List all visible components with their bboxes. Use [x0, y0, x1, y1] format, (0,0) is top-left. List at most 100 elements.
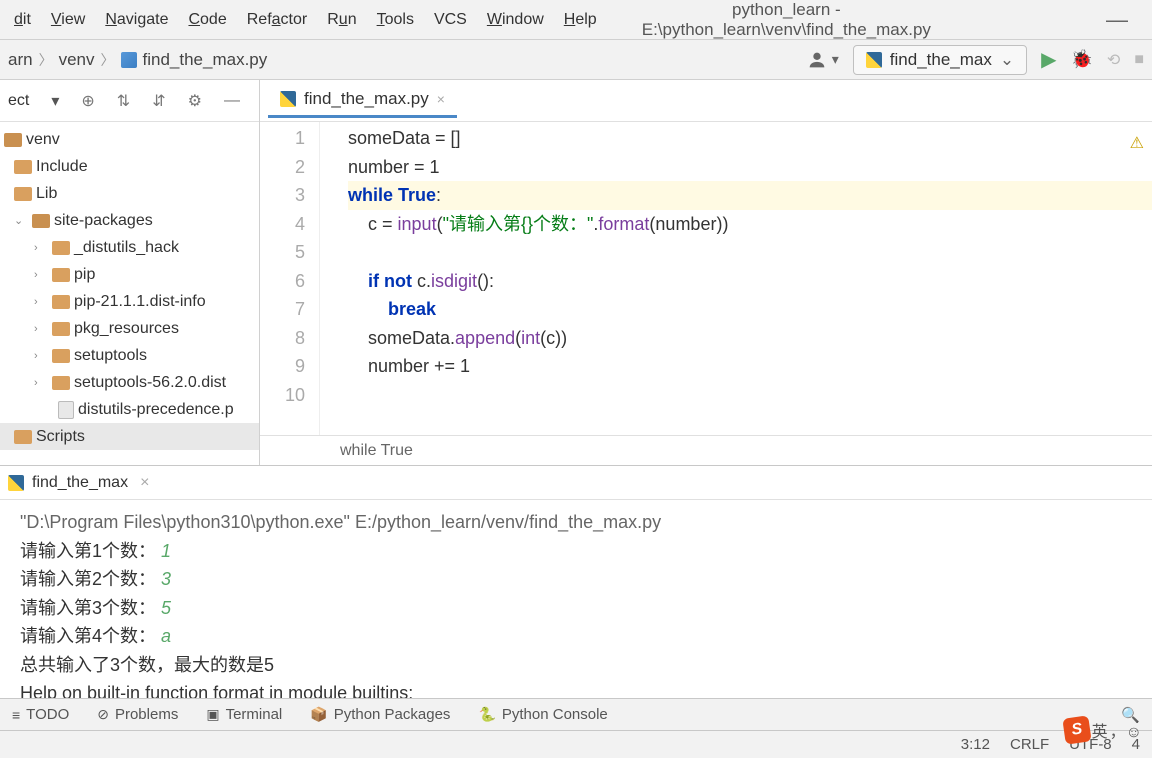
folder-icon — [52, 295, 70, 309]
console-result: 总共输入了3个数，最大的数是5 — [20, 651, 1132, 680]
collapse-icon[interactable]: ⇵ — [152, 91, 165, 111]
menu-tools[interactable]: Tools — [367, 11, 424, 29]
menu-window[interactable]: Window — [477, 11, 554, 29]
folder-icon — [4, 133, 22, 147]
folder-icon — [52, 376, 70, 390]
menu-run[interactable]: Run — [317, 11, 366, 29]
chevron-right-icon[interactable]: › — [34, 323, 48, 335]
console-command: "D:\Program Files\python310\python.exe" … — [20, 508, 1132, 537]
menu-view[interactable]: View — [41, 11, 95, 29]
chevron-down-icon: ⌄ — [1000, 50, 1014, 70]
chevron-right-icon[interactable]: › — [34, 242, 48, 254]
run-tool-window: find_the_max × "D:\Program Files\python3… — [0, 465, 1152, 698]
menu-navigate[interactable]: Navigate — [95, 11, 178, 29]
coverage-button[interactable]: ⟲ — [1107, 50, 1120, 70]
tree-folder-site-packages[interactable]: ⌄site-packages — [0, 207, 259, 234]
window-minimize[interactable]: — — [1086, 7, 1148, 33]
tree-folder-include[interactable]: Include — [0, 153, 259, 180]
breadcrumb: arn 〉 venv 〉 find_the_max.py — [8, 50, 267, 70]
run-config-label: find_the_max — [890, 50, 992, 70]
tree-item[interactable]: ›setuptools-56.2.0.dist — [0, 369, 259, 396]
chevron-right-icon[interactable]: › — [34, 377, 48, 389]
tab-label: find_the_max.py — [304, 89, 429, 109]
tab-python-packages[interactable]: 📦Python Packages — [310, 706, 450, 723]
project-tree: venv Include Lib ⌄site-packages ›_distut… — [0, 122, 259, 454]
folder-icon — [14, 430, 32, 444]
tree-folder-scripts[interactable]: Scripts — [0, 423, 259, 450]
run-button[interactable]: ▶ — [1041, 47, 1056, 72]
expand-icon[interactable]: ⇅ — [117, 91, 130, 111]
folder-icon — [52, 268, 70, 282]
run-tab-label[interactable]: find_the_max — [32, 474, 128, 492]
bottom-tool-tabs: ≡TODO ⊘Problems ▣Terminal 📦Python Packag… — [0, 698, 1152, 730]
tab-todo[interactable]: ≡TODO — [12, 706, 69, 723]
menu-help[interactable]: Help — [554, 11, 607, 29]
breadcrumb-root[interactable]: arn — [8, 50, 33, 70]
menu-code[interactable]: Code — [178, 11, 236, 29]
folder-icon — [14, 187, 32, 201]
folder-icon — [32, 214, 50, 228]
chevron-right-icon[interactable]: › — [34, 350, 48, 362]
list-icon: ≡ — [12, 707, 20, 723]
chevron-right-icon[interactable]: › — [34, 296, 48, 308]
status-eol[interactable]: CRLF — [1010, 736, 1049, 753]
tree-item[interactable]: ›pip-21.1.1.dist-info — [0, 288, 259, 315]
python-file-icon — [121, 52, 137, 68]
python-icon — [866, 52, 882, 68]
tree-folder-venv[interactable]: venv — [0, 126, 259, 153]
user-icon[interactable] — [806, 49, 828, 71]
menu-bar: dit View Navigate Code Refactor Run Tool… — [0, 0, 1152, 40]
chevron-down-icon[interactable]: ▾ — [51, 91, 59, 111]
console-help: Help on built-in function format in modu… — [20, 679, 1132, 698]
menu-vcs[interactable]: VCS — [424, 11, 477, 29]
chevron-down-icon[interactable]: ▾ — [832, 51, 839, 68]
stop-button[interactable]: ■ — [1134, 51, 1144, 69]
chevron-right-icon[interactable]: › — [34, 269, 48, 281]
close-icon[interactable]: × — [140, 474, 149, 492]
terminal-icon: ▣ — [206, 706, 219, 723]
project-selector[interactable]: ect — [8, 92, 29, 110]
status-bar: 3:12 CRLF UTF-8 4 S 英 ，☺ — [0, 730, 1152, 758]
menu-edit[interactable]: dit — [4, 11, 41, 29]
project-sidebar: ect ▾ ⊕ ⇅ ⇵ ⚙ — venv Include Lib ⌄site-p… — [0, 80, 260, 465]
file-icon — [58, 401, 74, 419]
code-editor[interactable]: ⚠ 12345678910 someData = []number = 1whi… — [260, 122, 1152, 435]
window-title: python_learn - E:\python_learn\venv\find… — [607, 0, 1086, 40]
console-icon: 🐍 — [478, 706, 495, 723]
editor-tab[interactable]: find_the_max.py × — [268, 83, 457, 118]
line-gutter: 12345678910 — [260, 122, 320, 435]
folder-icon — [52, 322, 70, 336]
menu-refactor[interactable]: Refactor — [237, 11, 317, 29]
hide-icon[interactable]: — — [224, 92, 240, 110]
tree-item[interactable]: ›_distutils_hack — [0, 234, 259, 261]
debug-button[interactable]: 🐞 — [1071, 49, 1093, 70]
tree-item[interactable]: ›setuptools — [0, 342, 259, 369]
tab-python-console[interactable]: 🐍Python Console — [478, 706, 607, 723]
ime-indicator[interactable]: S 英 ，☺ — [1064, 717, 1142, 743]
tree-folder-lib[interactable]: Lib — [0, 180, 259, 207]
editor: find_the_max.py × ⚠ 12345678910 someData… — [260, 80, 1152, 465]
breadcrumb-folder[interactable]: venv — [59, 50, 95, 70]
target-icon[interactable]: ⊕ — [81, 91, 94, 111]
python-icon — [8, 475, 24, 491]
tree-file[interactable]: distutils-precedence.p — [0, 396, 259, 423]
status-position[interactable]: 3:12 — [961, 736, 990, 753]
tree-item[interactable]: ›pkg_resources — [0, 315, 259, 342]
editor-breadcrumb: while True — [260, 435, 1152, 465]
chevron-right-icon: 〉 — [101, 50, 115, 70]
tab-problems[interactable]: ⊘Problems — [97, 706, 178, 723]
gear-icon[interactable]: ⚙ — [188, 91, 202, 111]
python-icon — [280, 91, 296, 107]
warning-icon[interactable]: ⚠ — [1130, 130, 1144, 159]
chevron-right-icon: 〉 — [39, 50, 53, 70]
close-icon[interactable]: × — [437, 91, 445, 107]
run-configuration-selector[interactable]: find_the_max ⌄ — [853, 45, 1027, 75]
breadcrumb-file[interactable]: find_the_max.py — [143, 50, 268, 70]
folder-icon — [14, 160, 32, 174]
chevron-down-icon[interactable]: ⌄ — [14, 214, 28, 227]
tree-item[interactable]: ›pip — [0, 261, 259, 288]
tab-terminal[interactable]: ▣Terminal — [206, 706, 282, 723]
package-icon: 📦 — [310, 706, 327, 723]
console-output[interactable]: "D:\Program Files\python310\python.exe" … — [0, 500, 1152, 698]
toolbar: arn 〉 venv 〉 find_the_max.py ▾ find_the_… — [0, 40, 1152, 80]
